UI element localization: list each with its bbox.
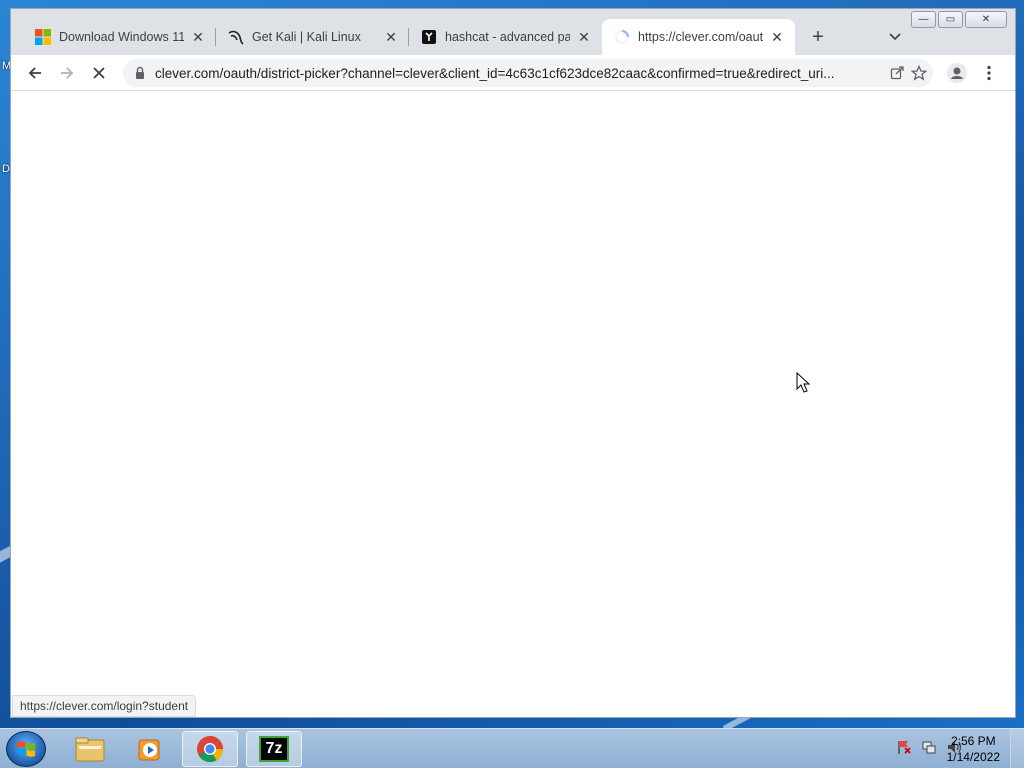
media-player-icon: [138, 739, 160, 761]
kali-dragon-icon: [228, 29, 244, 45]
chrome-menu-button[interactable]: [975, 59, 1003, 87]
avatar-icon: [947, 62, 967, 83]
network-icon[interactable]: [921, 739, 937, 755]
back-button[interactable]: [21, 59, 49, 87]
start-button[interactable]: [6, 731, 46, 767]
hashcat-cat-icon: [421, 29, 437, 45]
show-desktop-button[interactable]: [1010, 729, 1024, 768]
address-bar[interactable]: clever.com/oauth/district-picker?channel…: [123, 59, 933, 87]
page-content: https://clever.com/login?student: [11, 91, 1015, 717]
close-tab-icon[interactable]: ✕: [769, 29, 785, 45]
url-text[interactable]: clever.com/oauth/district-picker?channel…: [155, 66, 890, 81]
status-bubble: https://clever.com/login?student: [12, 695, 197, 717]
taskbar: 7z 2:56 PM 1/14/2022: [0, 728, 1024, 768]
lock-icon[interactable]: [133, 66, 147, 80]
system-clock[interactable]: 2:56 PM 1/14/2022: [947, 733, 1000, 765]
clock-time: 2:56 PM: [950, 734, 996, 748]
share-icon[interactable]: [890, 65, 905, 80]
taskbar-media-player[interactable]: [122, 731, 178, 767]
browser-toolbar: clever.com/oauth/district-picker?channel…: [11, 55, 1015, 91]
stop-loading-button[interactable]: [85, 59, 113, 87]
close-tab-icon[interactable]: ✕: [190, 29, 206, 45]
windows-orb-icon: [17, 741, 35, 757]
close-tab-icon[interactable]: ✕: [576, 29, 592, 45]
desktop-icon-label[interactable]: D: [2, 163, 10, 175]
tab-get-kali[interactable]: Get Kali | Kali Linux ✕: [216, 19, 409, 55]
taskbar-explorer[interactable]: [62, 731, 118, 767]
arrow-right-icon: [61, 66, 74, 79]
tab-strip: Download Windows 11 ✕ Get Kali | Kali Li…: [11, 19, 1015, 55]
more-vert-icon: [987, 65, 991, 80]
windows-logo-icon: [35, 29, 51, 45]
windows-explorer-icon: [75, 737, 105, 762]
bookmark-star-icon[interactable]: [911, 65, 927, 81]
close-icon: [93, 66, 105, 79]
new-tab-button[interactable]: +: [806, 25, 830, 49]
tab-search-button[interactable]: [883, 25, 907, 49]
chevron-down-icon: [889, 33, 901, 41]
tab-title: Get Kali | Kali Linux: [252, 30, 361, 44]
mouse-cursor-icon: [796, 372, 811, 393]
chrome-icon: [197, 736, 224, 763]
loading-spinner-icon: [614, 29, 630, 45]
taskbar-chrome[interactable]: [182, 731, 238, 767]
arrow-left-icon: [28, 66, 41, 79]
action-center-flag-icon[interactable]: [896, 739, 912, 755]
tab-title: https://clever.com/oauth/district-picker: [638, 30, 763, 44]
tab-clever-oauth[interactable]: https://clever.com/oauth/district-picker…: [602, 19, 795, 55]
tab-download-windows[interactable]: Download Windows 11 ✕: [23, 19, 216, 55]
clock-date: 1/14/2022: [946, 750, 1000, 764]
close-tab-icon[interactable]: ✕: [383, 29, 399, 45]
chrome-window: — ▭ ✕ Download Windows 11 ✕ Get Kali | K…: [10, 8, 1016, 718]
taskbar-7zip[interactable]: 7z: [246, 731, 302, 767]
forward-button[interactable]: [53, 59, 81, 87]
tab-title: Download Windows 11: [59, 30, 184, 44]
7zip-icon: 7z: [259, 736, 289, 762]
7zip-label: 7z: [265, 740, 283, 757]
tab-title: hashcat - advanced password recovery: [445, 30, 570, 44]
profile-button[interactable]: [943, 59, 971, 87]
tab-hashcat[interactable]: hashcat - advanced password recovery ✕: [409, 19, 602, 55]
